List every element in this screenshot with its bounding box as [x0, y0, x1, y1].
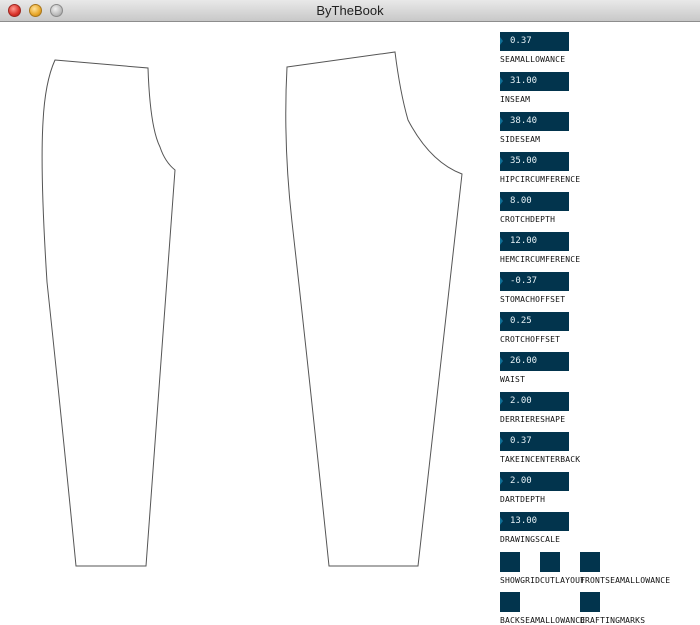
waist-control: 26.00 WAIST: [500, 352, 569, 384]
inseam-control: 31.00 INSEAM: [500, 72, 569, 104]
front-pants-piece: [41, 59, 176, 567]
drawingscale-label: DRAWINGSCALE: [500, 535, 561, 544]
frontseamallowance-toggle-group: FRONTSEAMALLOWANCE: [580, 552, 670, 585]
cutlayout-toggle-group: CUTLAYOUT: [540, 552, 585, 585]
draftingmarks-toggle-group: DRAFTINGMARKS: [580, 592, 645, 625]
takeincenterback-label: TAKEINCENTERBACK: [500, 455, 581, 464]
inseam-input[interactable]: 31.00: [500, 72, 569, 91]
derriereshape-input[interactable]: 2.00: [500, 392, 569, 411]
stomachoffset-input[interactable]: -0.37: [500, 272, 569, 291]
pattern-drawing: [41, 51, 463, 567]
crotchoffset-control: 0.25 CROTCHOFFSET: [500, 312, 569, 344]
backseamallowance-toggle-group: BACKSEAMALLOWANCE: [500, 592, 585, 625]
draftingmarks-toggle[interactable]: [580, 592, 600, 612]
showgrid-toggle-group: SHOWGRID: [500, 552, 540, 585]
dartdepth-label: DARTDEPTH: [500, 495, 546, 504]
window-title: ByTheBook: [316, 3, 384, 18]
derriereshape-label: DERRIERESHAPE: [500, 415, 566, 424]
draftingmarks-label: DRAFTINGMARKS: [580, 616, 646, 625]
hipcircumference-control: 35.00 HIPCIRCUMFERENCE: [500, 152, 580, 184]
takeincenterback-control: 0.37 TAKEINCENTERBACK: [500, 432, 580, 464]
hemcircumference-input[interactable]: 12.00: [500, 232, 569, 251]
backseamallowance-label: BACKSEAMALLOWANCE: [500, 616, 586, 625]
crotchdepth-control: 8.00 CROTCHDEPTH: [500, 192, 569, 224]
cutlayout-label: CUTLAYOUT: [540, 576, 586, 585]
stomachoffset-control: -0.37 STOMACHOFFSET: [500, 272, 569, 304]
takeincenterback-input[interactable]: 0.37: [500, 432, 569, 451]
sideseam-label: SIDESEAM: [500, 135, 541, 144]
frontseamallowance-toggle[interactable]: [580, 552, 600, 572]
dartdepth-input[interactable]: 2.00: [500, 472, 569, 491]
derriereshape-control: 2.00 DERRIERESHAPE: [500, 392, 569, 424]
inseam-label: INSEAM: [500, 95, 531, 104]
seamallowance-control: 0.37 SEAMALLOWANCE: [500, 32, 569, 64]
waist-input[interactable]: 26.00: [500, 352, 569, 371]
drawingscale-control: 13.00 DRAWINGSCALE: [500, 512, 569, 544]
seamallowance-input[interactable]: 0.37: [500, 32, 569, 51]
window-titlebar: ByTheBook: [0, 0, 700, 22]
dartdepth-control: 2.00 DARTDEPTH: [500, 472, 569, 504]
crotchdepth-label: CROTCHDEPTH: [500, 215, 556, 224]
sideseam-control: 38.40 SIDESEAM: [500, 112, 569, 144]
drawingscale-input[interactable]: 13.00: [500, 512, 569, 531]
frontseamallowance-label: FRONTSEAMALLOWANCE: [580, 576, 671, 585]
cutlayout-toggle[interactable]: [540, 552, 560, 572]
drawing-canvas: 0.37 SEAMALLOWANCE 31.00 INSEAM 38.40 SI…: [0, 22, 700, 625]
hipcircumference-label: HIPCIRCUMFERENCE: [500, 175, 581, 184]
showgrid-label: SHOWGRID: [500, 576, 541, 585]
hemcircumference-control: 12.00 HEMCIRCUMFERENCE: [500, 232, 580, 264]
hipcircumference-input[interactable]: 35.00: [500, 152, 569, 171]
crotchdepth-input[interactable]: 8.00: [500, 192, 569, 211]
hemcircumference-label: HEMCIRCUMFERENCE: [500, 255, 581, 264]
backseamallowance-toggle[interactable]: [500, 592, 520, 612]
sideseam-input[interactable]: 38.40: [500, 112, 569, 131]
crotchoffset-input[interactable]: 0.25: [500, 312, 569, 331]
back-pants-piece: [285, 51, 463, 567]
crotchoffset-label: CROTCHOFFSET: [500, 335, 561, 344]
stomachoffset-label: STOMACHOFFSET: [500, 295, 566, 304]
seamallowance-label: SEAMALLOWANCE: [500, 55, 566, 64]
waist-label: WAIST: [500, 375, 526, 384]
showgrid-toggle[interactable]: [500, 552, 520, 572]
